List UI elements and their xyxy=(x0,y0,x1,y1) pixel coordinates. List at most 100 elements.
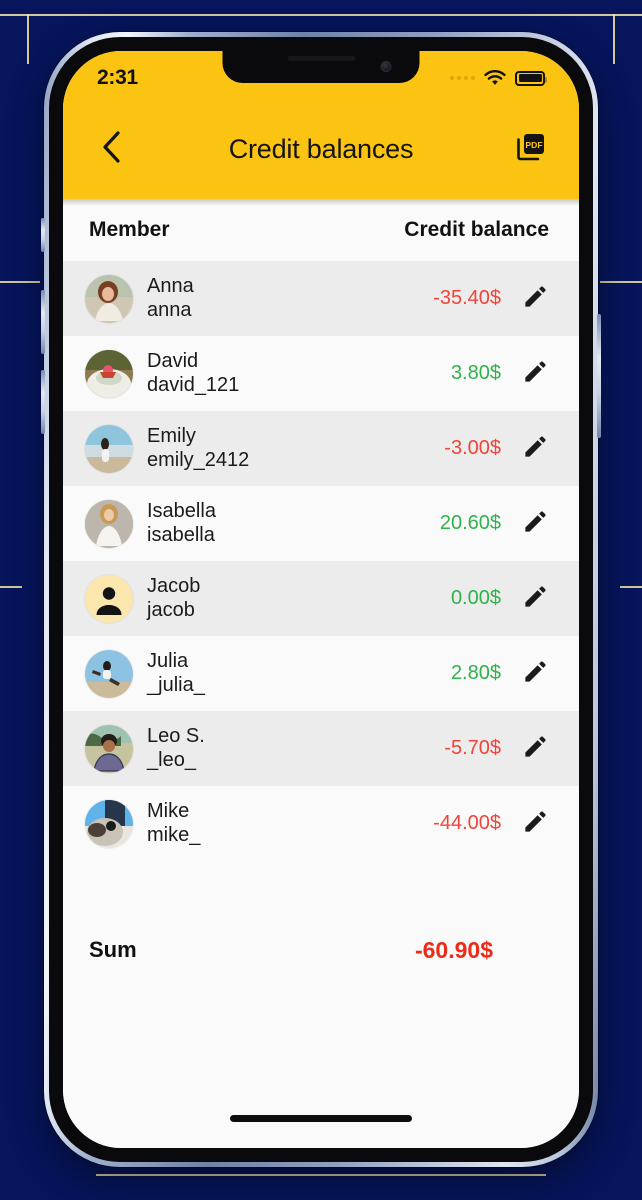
member-handle: _leo_ xyxy=(147,748,196,771)
credit-balance-value: 2.80$ xyxy=(450,662,501,684)
chevron-left-icon xyxy=(100,130,122,169)
status-bar-clock: 2:31 xyxy=(97,66,138,89)
member-handle: _julia_ xyxy=(147,673,205,696)
member-names: Emily emily_2412 xyxy=(147,425,249,472)
svg-text:PDF: PDF xyxy=(525,139,542,149)
member-name: Mike xyxy=(147,799,190,822)
edit-balance-button[interactable] xyxy=(515,804,555,844)
edit-balance-button[interactable] xyxy=(515,504,555,544)
export-pdf-button[interactable]: PDF xyxy=(509,127,553,171)
member-handle: david_121 xyxy=(147,373,240,396)
summary-value: -60.90$ xyxy=(414,936,493,963)
member-names: Julia _julia_ xyxy=(147,650,205,697)
backdrop-line-right-low xyxy=(620,586,642,588)
page-title: Credit balances xyxy=(228,133,414,164)
pencil-icon xyxy=(522,733,549,765)
backdrop-line-left-low xyxy=(0,586,22,588)
edit-balance-button[interactable] xyxy=(515,429,555,469)
device-notch xyxy=(222,51,420,83)
summary-label: Sum xyxy=(89,937,137,962)
backdrop-line-vert-right xyxy=(613,14,615,64)
member-handle: jacob xyxy=(147,598,195,621)
pencil-icon xyxy=(522,358,549,390)
member-name: Jacob xyxy=(147,574,201,597)
earpiece-speaker xyxy=(287,56,355,61)
avatar xyxy=(85,274,133,323)
credit-balance-value: 3.80$ xyxy=(450,362,501,384)
member-names: Isabella isabella xyxy=(147,500,216,547)
credit-balance-value: 20.60$ xyxy=(439,512,501,534)
table-row[interactable]: Emily emily_2412 -3.00$ xyxy=(63,411,579,486)
member-handle: isabella xyxy=(147,523,215,546)
device-bezel: 2:31 Credit balances PDF Member Credit b… xyxy=(49,37,593,1162)
table-row[interactable]: Anna anna -35.40$ xyxy=(63,261,579,336)
avatar xyxy=(85,799,133,848)
avatar xyxy=(85,499,133,548)
volume-down-button[interactable] xyxy=(41,370,45,434)
wifi-icon xyxy=(484,70,506,86)
edit-balance-button[interactable] xyxy=(515,279,555,319)
edit-balance-button[interactable] xyxy=(515,579,555,619)
signal-dots-icon xyxy=(450,76,475,80)
credit-balances-list: Member Credit balance Anna anna -35.40$ Dav… xyxy=(63,199,579,1148)
app-bar: Credit balances PDF xyxy=(63,99,579,199)
edit-balance-button[interactable] xyxy=(515,729,555,769)
avatar xyxy=(85,649,133,698)
avatar xyxy=(85,574,133,623)
member-name: Leo S. xyxy=(147,724,205,747)
phone-screen: 2:31 Credit balances PDF Member Credit b… xyxy=(63,51,579,1148)
member-names: David david_121 xyxy=(147,350,239,397)
member-name: Emily xyxy=(147,424,196,447)
avatar xyxy=(85,349,133,398)
back-button[interactable] xyxy=(89,127,133,171)
backdrop-line-left-mid xyxy=(0,281,40,283)
table-row[interactable]: Isabella isabella 20.60$ xyxy=(63,486,579,561)
table-header: Member Credit balance xyxy=(63,199,579,261)
member-name: Anna xyxy=(147,274,194,297)
pencil-icon xyxy=(522,583,549,615)
column-header-member: Member xyxy=(89,218,170,241)
app-bar-shadow xyxy=(63,199,579,206)
column-header-credit-balance: Credit balance xyxy=(404,218,549,241)
avatar xyxy=(85,724,133,773)
edit-balance-button[interactable] xyxy=(515,654,555,694)
pencil-icon xyxy=(522,508,549,540)
table-body: Anna anna -35.40$ David david_121 3.80$ Emily e… xyxy=(63,261,579,861)
table-row[interactable]: Leo S. _leo_ -5.70$ xyxy=(63,711,579,786)
pencil-icon xyxy=(522,433,549,465)
member-names: Leo S. _leo_ xyxy=(147,725,205,772)
volume-up-button[interactable] xyxy=(41,290,45,354)
home-indicator[interactable] xyxy=(230,1115,412,1122)
power-button[interactable] xyxy=(597,314,601,438)
member-handle: emily_2412 xyxy=(147,448,250,471)
member-name: Isabella xyxy=(147,499,216,522)
table-row[interactable]: Mike mike_ -44.00$ xyxy=(63,786,579,861)
credit-balance-value: -3.00$ xyxy=(444,437,501,459)
summary-row: Sum -60.90$ xyxy=(63,913,579,987)
table-row[interactable]: David david_121 3.80$ xyxy=(63,336,579,411)
avatar xyxy=(85,424,133,473)
member-handle: anna xyxy=(147,298,192,321)
pencil-icon xyxy=(522,658,549,690)
credit-balance-value: -35.40$ xyxy=(433,287,501,309)
credit-balance-value: -44.00$ xyxy=(433,812,501,834)
phone-device-frame: 2:31 Credit balances PDF Member Credit b… xyxy=(41,32,601,1167)
edit-balance-button[interactable] xyxy=(515,354,555,394)
mute-switch[interactable] xyxy=(41,218,45,252)
pencil-icon xyxy=(522,283,549,315)
backdrop-line-bottom xyxy=(96,1174,546,1176)
member-names: Anna anna xyxy=(147,275,194,322)
table-row[interactable]: Julia _julia_ 2.80$ xyxy=(63,636,579,711)
member-name: David xyxy=(147,349,199,372)
battery-full-icon xyxy=(515,70,547,86)
backdrop-line-top xyxy=(0,14,642,16)
backdrop-line-right-mid xyxy=(600,281,642,283)
front-camera-icon xyxy=(380,61,392,72)
pencil-icon xyxy=(522,808,549,840)
member-name: Julia xyxy=(147,649,189,672)
member-names: Mike mike_ xyxy=(147,800,200,847)
table-row[interactable]: Jacob jacob 0.00$ xyxy=(63,561,579,636)
backdrop-line-vert-left xyxy=(27,14,29,64)
credit-balance-value: -5.70$ xyxy=(444,737,501,759)
member-names: Jacob jacob xyxy=(147,575,200,622)
